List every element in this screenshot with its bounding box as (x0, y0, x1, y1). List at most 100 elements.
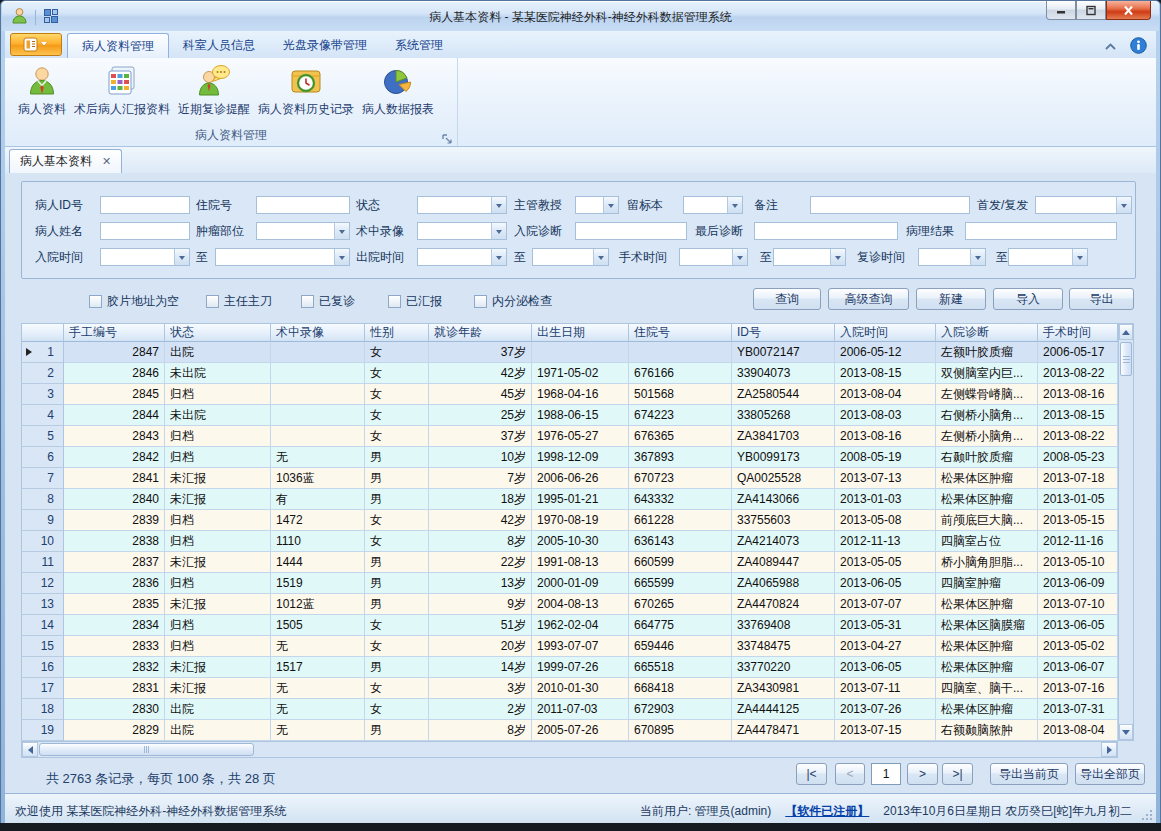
dropdown-arrow-icon[interactable] (1116, 197, 1131, 213)
row-number[interactable]: 5 (21, 426, 64, 447)
column-header-admission-no[interactable]: 住院号 (629, 323, 732, 342)
last-page-button[interactable]: >| (942, 763, 973, 785)
column-header-visit-age[interactable]: 就诊年龄 (429, 323, 532, 342)
ribbon-item-5[interactable]: 病人数据报表 (358, 60, 438, 120)
next-page-button[interactable]: > (907, 763, 938, 785)
close-button[interactable] (1106, 1, 1151, 20)
row-number[interactable]: 19 (21, 720, 64, 741)
table-row[interactable]: 172831未汇报无女3岁2010-01-30668418ZA343098120… (21, 678, 1118, 699)
row-number[interactable]: 6 (21, 447, 64, 468)
table-row[interactable]: 52843归档女37岁1976-05-27676365ZA38417032013… (21, 426, 1118, 447)
export-current-page-button[interactable]: 导出当前页 (990, 763, 1068, 785)
checkbox-chief-surgeon[interactable]: 主任主刀 (206, 294, 272, 308)
search-field-professor[interactable] (575, 196, 619, 214)
column-header-admission-diagnosis[interactable]: 入院诊断 (936, 323, 1038, 342)
tab-close-icon[interactable]: ✕ (102, 155, 111, 168)
info-icon[interactable] (1130, 37, 1147, 58)
app-menu-button[interactable] (10, 33, 62, 56)
search-field-revisit-date-to[interactable] (1008, 248, 1088, 266)
search-field-pathology-result[interactable] (965, 222, 1117, 240)
scroll-down-icon[interactable] (1119, 724, 1133, 740)
scroll-right-icon[interactable] (1101, 742, 1117, 757)
maximize-button[interactable] (1076, 1, 1106, 20)
dropdown-arrow-icon[interactable] (593, 249, 608, 265)
row-number[interactable]: 10 (21, 531, 64, 552)
checkbox-film-address-empty[interactable]: 胶片地址为空 (89, 294, 179, 308)
row-number[interactable]: 17 (21, 678, 64, 699)
horizontal-scrollbar[interactable] (21, 741, 1118, 758)
search-field-admission-date-to[interactable] (215, 248, 350, 266)
search-field-first-recurrence[interactable] (1035, 196, 1132, 214)
dropdown-arrow-icon[interactable] (603, 197, 618, 213)
dialog-launcher-icon[interactable] (442, 131, 453, 142)
search-field-surgery-video[interactable] (417, 222, 507, 240)
table-row[interactable]: 142834归档1505女51岁1962-02-0466477533769408… (21, 615, 1118, 636)
search-field-patient-id[interactable] (100, 196, 190, 214)
table-row[interactable]: 72841未汇报1036蓝男7岁2006-06-26670723QA002552… (21, 468, 1118, 489)
ribbon-item-2[interactable]: 术后病人汇报资料 (70, 60, 174, 120)
resize-grip[interactable] (1141, 809, 1153, 821)
checkbox-reported[interactable]: 已汇报 (388, 294, 442, 308)
horizontal-scroll-thumb[interactable] (39, 743, 254, 756)
checkbox-box[interactable] (474, 295, 487, 308)
search-field-revisit-date-from[interactable] (918, 248, 986, 266)
row-number[interactable]: 1 (21, 342, 64, 363)
table-row[interactable]: 122836归档1519男13岁2000-01-09665599ZA406598… (21, 573, 1118, 594)
ribbon-item-1[interactable]: 病人资料 (14, 60, 70, 120)
row-number[interactable]: 7 (21, 468, 64, 489)
column-header-surgery-video[interactable]: 术中录像 (271, 323, 365, 342)
search-field-final-diagnosis[interactable] (754, 222, 898, 240)
table-row[interactable]: 182830出院无女2岁2011-07-03672903ZA4444125201… (21, 699, 1118, 720)
table-row[interactable]: 92839归档1472女42岁1970-08-19661228337556032… (21, 510, 1118, 531)
search-field-tumor-site[interactable] (256, 222, 350, 240)
tab-patient-basic-info[interactable]: 病人基本资料 ✕ (9, 149, 122, 173)
column-header-id-no[interactable]: ID号 (732, 323, 835, 342)
dropdown-arrow-icon[interactable] (727, 197, 742, 213)
row-number[interactable]: 12 (21, 573, 64, 594)
quick-access-grid-icon[interactable] (43, 8, 59, 28)
ribbon-item-3[interactable]: 近期复诊提醒 (174, 60, 254, 120)
dropdown-arrow-icon[interactable] (491, 197, 506, 213)
export-all-pages-button[interactable]: 导出全部页 (1075, 763, 1145, 785)
table-row[interactable]: 32845归档女45岁1968-04-16501568ZA25805442013… (21, 384, 1118, 405)
ribbon-tab-4[interactable]: 系统管理 (381, 33, 457, 58)
column-header-admission-date[interactable]: 入院时间 (835, 323, 936, 342)
search-field-admission-diagnosis[interactable] (575, 222, 687, 240)
search-field-discharge-date-from[interactable] (417, 248, 507, 266)
row-number[interactable]: 16 (21, 657, 64, 678)
row-number[interactable]: 11 (21, 552, 64, 573)
row-number[interactable]: 14 (21, 615, 64, 636)
checkbox-revisited[interactable]: 已复诊 (301, 294, 355, 308)
row-number[interactable]: 8 (21, 489, 64, 510)
dropdown-arrow-icon[interactable] (1072, 249, 1087, 265)
prev-page-button[interactable]: < (835, 763, 865, 785)
search-field-admission-date-from[interactable] (100, 248, 190, 266)
column-header-status[interactable]: 状态 (165, 323, 271, 342)
dropdown-arrow-icon[interactable] (491, 223, 506, 239)
table-row[interactable]: 82840未汇报有男18岁1995-01-21643332ZA414306620… (21, 489, 1118, 510)
table-row[interactable]: 192829出院无男8岁2005-07-26670895ZA4478471201… (21, 720, 1118, 741)
collapse-ribbon-icon[interactable] (1103, 39, 1118, 57)
row-number[interactable]: 15 (21, 636, 64, 657)
scroll-up-icon[interactable] (1119, 324, 1133, 340)
row-number[interactable]: 4 (21, 405, 64, 426)
first-page-button[interactable]: |< (796, 763, 827, 785)
search-field-admission-no[interactable] (256, 196, 350, 214)
checkbox-box[interactable] (206, 295, 219, 308)
table-row[interactable]: 42844未出院女25岁1988-06-15674223338052682013… (21, 405, 1118, 426)
row-number[interactable]: 13 (21, 594, 64, 615)
row-number[interactable]: 3 (21, 384, 64, 405)
dropdown-arrow-icon[interactable] (970, 249, 985, 265)
table-row[interactable]: 62842归档无男10岁1998-12-09367893YB0099173200… (21, 447, 1118, 468)
registration-link[interactable]: 【软件已注册】 (785, 803, 869, 820)
table-row[interactable]: 132835未汇报1012蓝男9岁2004-08-13670265ZA44708… (21, 594, 1118, 615)
dropdown-arrow-icon[interactable] (334, 249, 349, 265)
checkbox-box[interactable] (301, 295, 314, 308)
advanced-query-button[interactable]: 高级查询 (828, 288, 909, 310)
column-header-birth-date[interactable]: 出生日期 (532, 323, 629, 342)
table-row[interactable]: 12847出院女37岁YB00721472006-05-12左额叶胶质瘤2006… (21, 342, 1118, 363)
search-field-specimen[interactable] (683, 196, 743, 214)
table-row[interactable]: 102838归档1110女8岁2005-10-30636143ZA4214073… (21, 531, 1118, 552)
row-number[interactable]: 9 (21, 510, 64, 531)
search-field-discharge-date-to[interactable] (532, 248, 609, 266)
